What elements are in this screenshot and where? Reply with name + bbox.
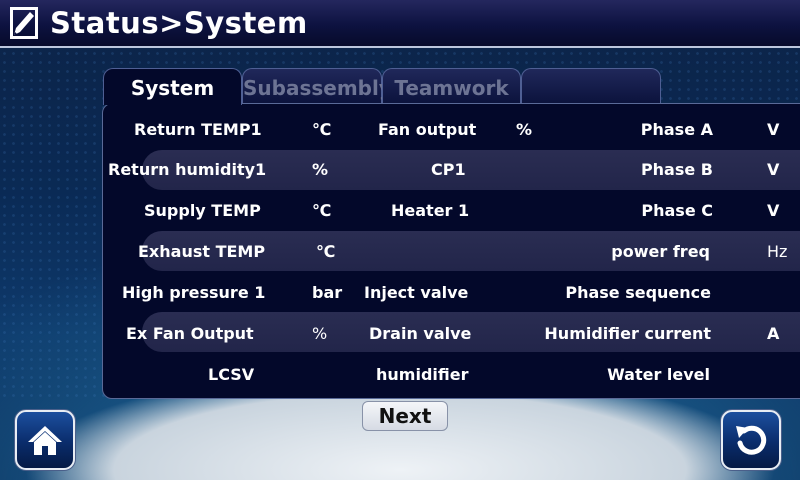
label-cp1: CP1: [431, 160, 466, 179]
label-high-pressure-1: High pressure 1: [122, 283, 266, 302]
unit-power-freq: Hz: [767, 242, 788, 261]
unit-phase-a: V: [767, 120, 780, 139]
label-inject-valve: Inject valve: [364, 283, 469, 302]
label-heater-1: Heater 1: [391, 201, 470, 220]
title-bar: Status>System: [0, 0, 800, 48]
unit-exhaust-temp: ℃: [316, 242, 336, 261]
unit-supply-temp: ℃: [312, 201, 332, 220]
label-exhaust-temp: Exhaust TEMP: [138, 242, 266, 261]
label-phase-sequence: Phase sequence: [565, 283, 711, 302]
tab-subassembly[interactable]: Subassembly: [242, 68, 392, 104]
label-power-freq: power freq: [611, 242, 710, 261]
unit-ex-fan-output: %: [312, 324, 328, 343]
label-return-temp1: Return TEMP1: [134, 120, 262, 139]
label-humidifier-current: Humidifier current: [544, 324, 711, 343]
label-ex-fan-output: Ex Fan Output: [126, 324, 254, 343]
unit-phase-b: V: [767, 160, 780, 179]
back-button[interactable]: [721, 410, 781, 470]
label-supply-temp: Supply TEMP: [144, 201, 261, 220]
unit-fan-output: %: [516, 120, 533, 139]
label-drain-valve: Drain valve: [369, 324, 472, 343]
back-icon: [736, 425, 767, 455]
label-phase-b: Phase B: [640, 160, 713, 179]
page-title: Status>System: [50, 6, 308, 40]
unit-phase-c: V: [767, 201, 780, 220]
unit-high-pressure-1: bar: [312, 283, 343, 302]
unit-humidifier-current: A: [767, 324, 780, 343]
tab-empty[interactable]: [521, 68, 661, 104]
edit-icon: [10, 7, 38, 39]
label-fan-output: Fan output: [378, 120, 477, 139]
tab-system[interactable]: System: [103, 68, 242, 105]
label-humidifier: humidifier: [376, 365, 469, 384]
unit-return-humidity1: %: [312, 160, 329, 179]
home-button[interactable]: [15, 410, 75, 470]
next-button[interactable]: Next: [362, 401, 448, 431]
label-water-level: Water level: [607, 365, 710, 384]
tab-teamwork[interactable]: Teamwork: [382, 68, 521, 104]
label-phase-c: Phase C: [641, 201, 713, 220]
unit-return-temp1: ℃: [312, 120, 332, 139]
label-phase-a: Phase A: [640, 120, 713, 139]
label-return-humidity1: Return humidity1: [108, 160, 267, 179]
home-icon: [28, 426, 62, 455]
label-lcsv: LCSV: [208, 365, 255, 384]
